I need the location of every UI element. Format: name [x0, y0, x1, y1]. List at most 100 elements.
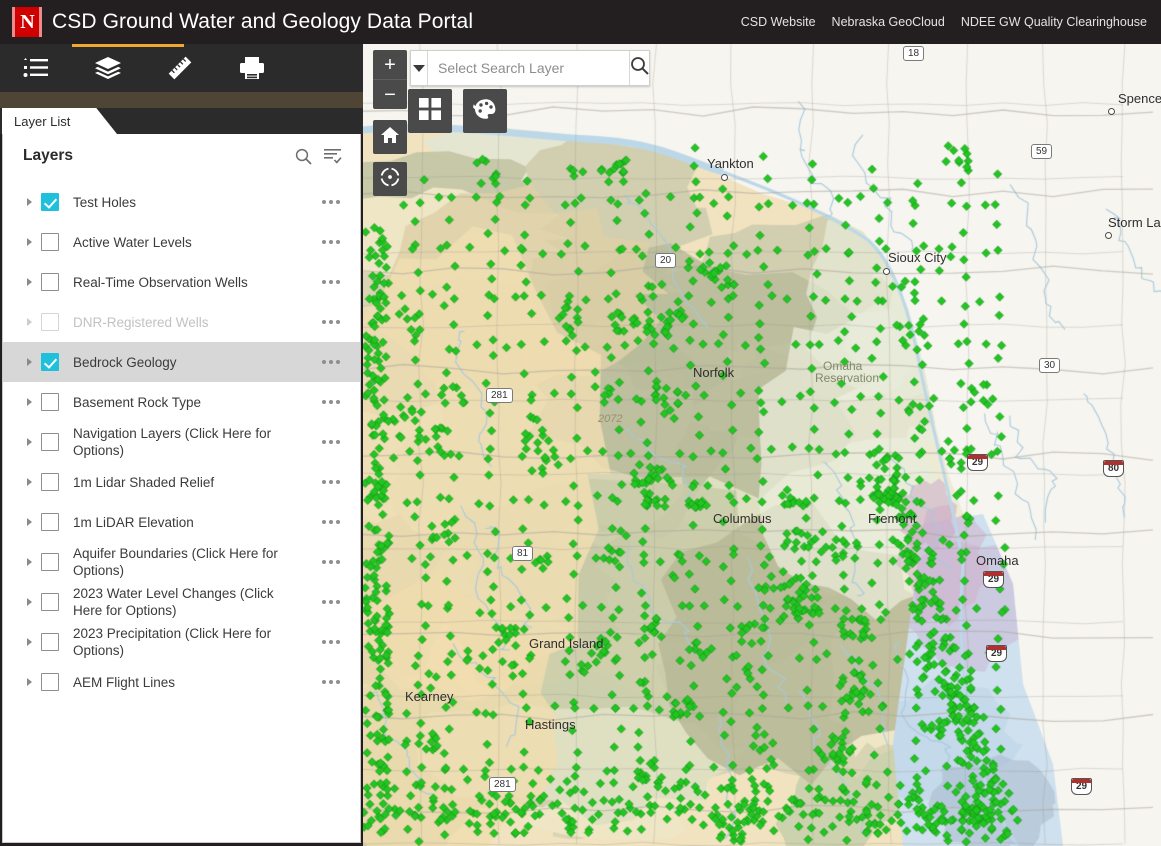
layer-label: 1m LiDAR Elevation	[73, 514, 194, 530]
ellipsis-icon[interactable]	[314, 640, 348, 644]
expand-arrow-icon[interactable]	[23, 558, 35, 566]
layer-visibility-checkbox[interactable]	[41, 473, 59, 491]
nebraska-logo-icon: N	[12, 7, 42, 37]
layer-row[interactable]: Test Holes	[3, 182, 360, 222]
panel-divider-strip	[0, 92, 363, 108]
app-header: N CSD Ground Water and Geology Data Port…	[0, 0, 1161, 44]
search-submit-button[interactable]	[629, 51, 649, 85]
layer-visibility-checkbox[interactable]	[41, 233, 59, 251]
layer-visibility-checkbox[interactable]	[41, 393, 59, 411]
layer-row[interactable]: Basement Rock Type	[3, 382, 360, 422]
draw-button[interactable]	[463, 89, 507, 133]
search-icon[interactable]	[295, 148, 312, 165]
layer-visibility-checkbox[interactable]	[41, 353, 59, 371]
ellipsis-icon[interactable]	[314, 560, 348, 564]
expand-arrow-icon[interactable]	[23, 638, 35, 646]
layer-row[interactable]: AEM Flight Lines	[3, 662, 360, 702]
filter-list-icon[interactable]	[324, 148, 342, 164]
layer-rows-container: Test Holes Active Water Levels Real-Time O…	[3, 178, 360, 702]
locate-button[interactable]	[373, 162, 407, 196]
layers-icon	[94, 56, 122, 80]
layer-visibility-checkbox[interactable]	[41, 193, 59, 211]
layer-row[interactable]: Bedrock Geology	[3, 342, 360, 382]
search-input[interactable]	[428, 51, 629, 85]
ellipsis-icon[interactable]	[314, 520, 348, 524]
layers-title: Layers	[23, 147, 73, 164]
zoom-in-button[interactable]: +	[373, 50, 407, 79]
expand-arrow-icon[interactable]	[23, 438, 35, 446]
draw-palette-icon	[473, 98, 497, 125]
header-link-csd-website[interactable]: CSD Website	[741, 15, 816, 29]
ellipsis-icon[interactable]	[314, 320, 348, 324]
header-links: CSD Website Nebraska GeoCloud NDEE GW Qu…	[741, 15, 1147, 29]
ellipsis-icon[interactable]	[314, 680, 348, 684]
layer-visibility-checkbox[interactable]	[41, 673, 59, 691]
print-tool-button[interactable]	[216, 44, 288, 92]
measure-tool-button[interactable]	[144, 44, 216, 92]
layer-row[interactable]: 1m LiDAR Elevation	[3, 502, 360, 542]
basemap-gallery-button[interactable]	[408, 89, 452, 133]
layer-label: Active Water Levels	[73, 234, 192, 250]
layer-label: Bedrock Geology	[73, 354, 177, 370]
expand-arrow-icon[interactable]	[23, 518, 35, 526]
ellipsis-icon[interactable]	[314, 480, 348, 484]
ellipsis-icon[interactable]	[314, 200, 348, 204]
map-view[interactable]: YanktonSpencerStorm LakeSioux CityNorfol…	[363, 44, 1161, 846]
highway-shield: 281	[486, 388, 513, 403]
expand-arrow-icon[interactable]	[23, 478, 35, 486]
layer-visibility-checkbox[interactable]	[41, 513, 59, 531]
expand-arrow-icon[interactable]	[23, 318, 35, 326]
layer-list-body: Layers Test Holes Active Water Levels Re…	[2, 134, 361, 843]
layer-row[interactable]: Aquifer Boundaries (Click Here for Optio…	[3, 542, 360, 582]
highway-shield: 81	[512, 546, 534, 561]
widget-toolbar	[0, 44, 363, 92]
expand-arrow-icon[interactable]	[23, 278, 35, 286]
highway-shield: 59	[1031, 144, 1053, 159]
expand-arrow-icon[interactable]	[23, 598, 35, 606]
layer-row[interactable]: DNR-Registered Wells	[3, 302, 360, 342]
layer-label: Real-Time Observation Wells	[73, 274, 248, 290]
layer-row[interactable]: 2023 Water Level Changes (Click Here for…	[3, 582, 360, 622]
layer-visibility-checkbox[interactable]	[41, 553, 59, 571]
expand-arrow-icon[interactable]	[23, 358, 35, 366]
legend-tool-button[interactable]	[0, 44, 72, 92]
ellipsis-icon[interactable]	[314, 440, 348, 444]
layer-row[interactable]: 2023 Precipitation (Click Here for Optio…	[3, 622, 360, 662]
ellipsis-icon[interactable]	[314, 240, 348, 244]
highway-shield: 18	[903, 46, 925, 61]
layer-label: Test Holes	[73, 194, 137, 210]
layer-visibility-checkbox[interactable]	[41, 633, 59, 651]
expand-arrow-icon[interactable]	[23, 678, 35, 686]
layer-row[interactable]: 1m Lidar Shaded Relief	[3, 462, 360, 502]
expand-arrow-icon[interactable]	[23, 238, 35, 246]
tab-layer-list-label: Layer List	[14, 113, 71, 129]
highway-shield: 281	[489, 777, 516, 792]
ellipsis-icon[interactable]	[314, 600, 348, 604]
zoom-out-button[interactable]: −	[373, 79, 407, 109]
layer-list-tool-button[interactable]	[72, 44, 144, 92]
layer-visibility-checkbox[interactable]	[41, 313, 59, 331]
layer-row[interactable]: Active Water Levels	[3, 222, 360, 262]
highway-shield: 29	[1071, 778, 1093, 795]
ellipsis-icon[interactable]	[314, 360, 348, 364]
ellipsis-icon[interactable]	[314, 400, 348, 404]
map-basemap-canvas[interactable]	[363, 44, 1161, 846]
home-button[interactable]	[373, 120, 407, 154]
logo-letter: N	[20, 11, 34, 33]
highway-shield: 20	[655, 253, 677, 268]
expand-arrow-icon[interactable]	[23, 198, 35, 206]
layer-visibility-checkbox[interactable]	[41, 273, 59, 291]
layer-visibility-checkbox[interactable]	[41, 593, 59, 611]
header-link-ndee-clearinghouse[interactable]: NDEE GW Quality Clearinghouse	[961, 15, 1147, 29]
highway-shield: 29	[967, 454, 989, 471]
layer-row[interactable]: Real-Time Observation Wells	[3, 262, 360, 302]
layer-label: DNR-Registered Wells	[73, 314, 209, 330]
header-link-nebraska-geocloud[interactable]: Nebraska GeoCloud	[832, 15, 945, 29]
layer-visibility-checkbox[interactable]	[41, 433, 59, 451]
list-icon	[23, 58, 49, 78]
search-layer-dropdown[interactable]	[411, 51, 428, 85]
tab-layer-list[interactable]: Layer List	[2, 108, 117, 134]
ellipsis-icon[interactable]	[314, 280, 348, 284]
expand-arrow-icon[interactable]	[23, 398, 35, 406]
layer-row[interactable]: Navigation Layers (Click Here for Option…	[3, 422, 360, 462]
